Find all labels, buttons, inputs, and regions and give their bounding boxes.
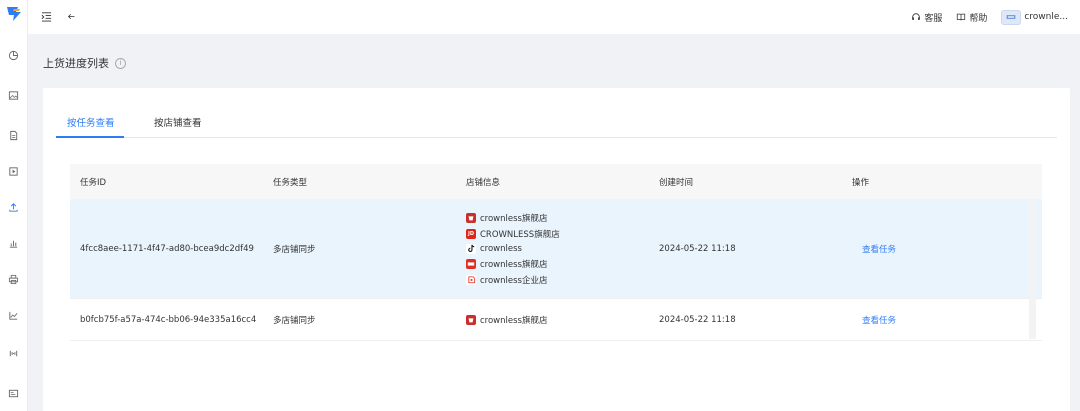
dashboard-icon[interactable] [7, 49, 20, 62]
store-item: crownless旗舰店 [466, 314, 649, 326]
info-icon[interactable]: i [115, 57, 126, 69]
task-table: 任务ID 任务类型 店铺信息 创建时间 操作 4fcc8aee-1171-4f4… [70, 164, 1042, 341]
store-name: crownless旗舰店 [480, 213, 548, 224]
top-bar: 客服 帮助 crownle... [28, 0, 1080, 34]
created-at-cell: 2024-05-22 11:18 [659, 243, 736, 254]
header-store-info: 店铺信息 [466, 177, 501, 188]
customer-service-button[interactable]: 客服 [911, 11, 942, 24]
store-name: crownless企业店 [480, 275, 548, 286]
store-name: crownless [480, 243, 522, 254]
line-chart-icon[interactable] [7, 309, 20, 322]
store-item: JD CROWNLESS旗舰店 [466, 228, 649, 240]
task-type-cell: 多店铺同步 [273, 244, 316, 255]
header-task-type: 任务类型 [273, 177, 308, 188]
store-item: crownless [466, 243, 649, 254]
header-action: 操作 [852, 177, 870, 188]
header-created-at: 创建时间 [659, 177, 694, 188]
help-button[interactable]: 帮助 [956, 11, 987, 24]
task-id-cell: b0fcb75f-a57a-474c-bb06-94e335a16cc4 [80, 314, 257, 325]
table-scrollbar[interactable] [1029, 199, 1036, 339]
active-tab-indicator [56, 136, 124, 138]
help-label: 帮助 [969, 13, 988, 24]
avatar [1001, 9, 1022, 25]
bar-chart-icon[interactable] [7, 237, 20, 250]
table-row[interactable]: 4fcc8aee-1171-4f47-ad80-bcea9dc2df49 多店铺… [70, 199, 1042, 299]
store-name: CROWNLESS旗舰店 [480, 229, 560, 240]
store-info-cell: crownless旗舰店 [456, 314, 649, 326]
view-task-link[interactable]: 查看任务 [852, 245, 896, 255]
table-header: 任务ID 任务类型 店铺信息 创建时间 操作 [70, 164, 1042, 199]
back-arrow-icon[interactable] [64, 9, 78, 23]
jd-icon: JD [466, 228, 476, 239]
table-row[interactable]: b0fcb75f-a57a-474c-bb06-94e335a16cc4 多店铺… [70, 299, 1042, 341]
view-task-link[interactable]: 查看任务 [852, 316, 896, 326]
play-icon[interactable] [7, 165, 20, 178]
sidebar [0, 0, 28, 411]
tab-by-task[interactable]: 按任务查看 [67, 115, 115, 129]
weidian-icon [466, 274, 476, 285]
store-item: crownless企业店 [466, 274, 649, 286]
image-icon[interactable] [7, 89, 20, 102]
printer-icon[interactable] [7, 273, 20, 286]
tiktok-icon [466, 243, 476, 254]
page-title: 上货进度列表 [43, 57, 109, 70]
created-at-cell: 2024-05-22 11:18 [659, 314, 736, 325]
tab-by-store[interactable]: 按店铺查看 [154, 115, 202, 129]
upload-icon[interactable] [7, 201, 20, 214]
red-store-icon [466, 212, 476, 223]
pdd-icon [466, 258, 476, 269]
headset-icon [912, 13, 921, 20]
signal-icon[interactable] [7, 347, 20, 360]
document-icon[interactable] [7, 129, 20, 142]
store-info-cell: crownless旗舰店 JD CROWNLESS旗舰店 crownless c… [456, 212, 649, 286]
task-id-cell: 4fcc8aee-1171-4f47-ad80-bcea9dc2df49 [80, 243, 254, 254]
page-header: 上货进度列表 i [43, 55, 126, 71]
store-item: crownless旗舰店 [466, 212, 649, 224]
red-store-icon [466, 314, 476, 325]
card-icon[interactable] [7, 387, 20, 400]
logo-icon[interactable] [4, 4, 24, 24]
menu-fold-icon[interactable] [39, 9, 53, 23]
user-menu[interactable]: crownle... [1001, 9, 1068, 25]
store-name: crownless旗舰店 [480, 259, 548, 270]
tab-bar: 按任务查看 按店铺查看 [56, 106, 1057, 138]
store-name: crownless旗舰店 [480, 315, 548, 326]
content-card: 按任务查看 按店铺查看 任务ID 任务类型 店铺信息 创建时间 操作 4fcc8… [43, 88, 1070, 411]
customer-service-label: 客服 [924, 13, 943, 24]
store-item: crownless旗舰店 [466, 258, 649, 270]
user-name: crownle... [1024, 12, 1068, 22]
book-icon [957, 13, 966, 21]
header-task-id: 任务ID [80, 177, 107, 188]
task-type-cell: 多店铺同步 [273, 315, 316, 326]
